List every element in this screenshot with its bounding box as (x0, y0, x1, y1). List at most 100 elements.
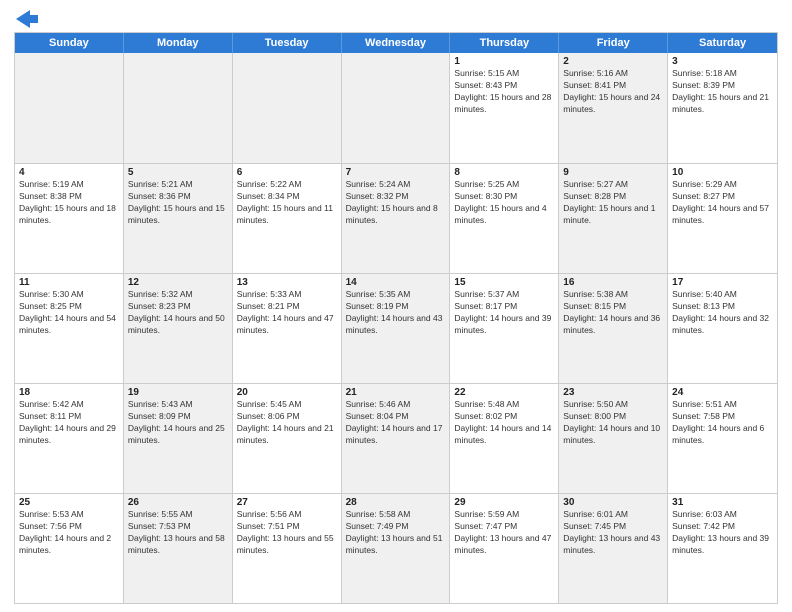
daylight-info: Daylight: 14 hours and 14 minutes. (454, 423, 554, 447)
day-number: 18 (19, 387, 119, 398)
header-day-sunday: Sunday (15, 33, 124, 53)
daylight-info: Sunset: 8:28 PM (563, 191, 663, 203)
daylight-info: Sunrise: 5:24 AM (346, 179, 446, 191)
daylight-info: Daylight: 14 hours and 32 minutes. (672, 313, 773, 337)
calendar-cell-empty-w0c2 (233, 53, 342, 163)
calendar-cell-24: 24Sunrise: 5:51 AMSunset: 7:58 PMDayligh… (668, 384, 777, 493)
daylight-info: Sunset: 8:19 PM (346, 301, 446, 313)
daylight-info: Sunrise: 5:43 AM (128, 399, 228, 411)
calendar-cell-16: 16Sunrise: 5:38 AMSunset: 8:15 PMDayligh… (559, 274, 668, 383)
day-number: 29 (454, 497, 554, 508)
daylight-info: Sunrise: 5:42 AM (19, 399, 119, 411)
calendar-cell-empty-w0c1 (124, 53, 233, 163)
daylight-info: Sunset: 8:25 PM (19, 301, 119, 313)
daylight-info: Sunrise: 5:30 AM (19, 289, 119, 301)
daylight-info: Sunset: 8:34 PM (237, 191, 337, 203)
day-number: 20 (237, 387, 337, 398)
day-number: 3 (672, 56, 773, 67)
calendar-cell-13: 13Sunrise: 5:33 AMSunset: 8:21 PMDayligh… (233, 274, 342, 383)
calendar-cell-17: 17Sunrise: 5:40 AMSunset: 8:13 PMDayligh… (668, 274, 777, 383)
daylight-info: Sunrise: 5:15 AM (454, 68, 554, 80)
header-day-tuesday: Tuesday (233, 33, 342, 53)
logo-arrow-icon (16, 10, 38, 28)
daylight-info: Sunset: 8:11 PM (19, 411, 119, 423)
daylight-info: Sunrise: 5:48 AM (454, 399, 554, 411)
daylight-info: Sunset: 7:47 PM (454, 521, 554, 533)
daylight-info: Daylight: 15 hours and 21 minutes. (672, 92, 773, 116)
daylight-info: Sunset: 8:21 PM (237, 301, 337, 313)
daylight-info: Sunrise: 5:21 AM (128, 179, 228, 191)
daylight-info: Daylight: 15 hours and 1 minute. (563, 203, 663, 227)
calendar-header: SundayMondayTuesdayWednesdayThursdayFrid… (15, 33, 777, 53)
daylight-info: Daylight: 14 hours and 36 minutes. (563, 313, 663, 337)
calendar-cell-18: 18Sunrise: 5:42 AMSunset: 8:11 PMDayligh… (15, 384, 124, 493)
daylight-info: Daylight: 15 hours and 15 minutes. (128, 203, 228, 227)
day-number: 13 (237, 277, 337, 288)
daylight-info: Sunset: 8:15 PM (563, 301, 663, 313)
daylight-info: Daylight: 14 hours and 10 minutes. (563, 423, 663, 447)
calendar-grid: SundayMondayTuesdayWednesdayThursdayFrid… (14, 32, 778, 604)
daylight-info: Sunrise: 5:51 AM (672, 399, 773, 411)
daylight-info: Daylight: 13 hours and 58 minutes. (128, 533, 228, 557)
calendar-cell-14: 14Sunrise: 5:35 AMSunset: 8:19 PMDayligh… (342, 274, 451, 383)
daylight-info: Sunset: 8:43 PM (454, 80, 554, 92)
calendar-cell-2: 2Sunrise: 5:16 AMSunset: 8:41 PMDaylight… (559, 53, 668, 163)
day-number: 10 (672, 167, 773, 178)
calendar-cell-20: 20Sunrise: 5:45 AMSunset: 8:06 PMDayligh… (233, 384, 342, 493)
header-day-saturday: Saturday (668, 33, 777, 53)
daylight-info: Daylight: 14 hours and 29 minutes. (19, 423, 119, 447)
daylight-info: Sunrise: 5:18 AM (672, 68, 773, 80)
calendar-cell-22: 22Sunrise: 5:48 AMSunset: 8:02 PMDayligh… (450, 384, 559, 493)
calendar-cell-26: 26Sunrise: 5:55 AMSunset: 7:53 PMDayligh… (124, 494, 233, 603)
daylight-info: Daylight: 15 hours and 24 minutes. (563, 92, 663, 116)
daylight-info: Sunrise: 5:59 AM (454, 509, 554, 521)
daylight-info: Daylight: 13 hours and 51 minutes. (346, 533, 446, 557)
calendar-cell-9: 9Sunrise: 5:27 AMSunset: 8:28 PMDaylight… (559, 164, 668, 273)
day-number: 5 (128, 167, 228, 178)
calendar-cell-31: 31Sunrise: 6:03 AMSunset: 7:42 PMDayligh… (668, 494, 777, 603)
calendar-cell-1: 1Sunrise: 5:15 AMSunset: 8:43 PMDaylight… (450, 53, 559, 163)
daylight-info: Sunrise: 5:50 AM (563, 399, 663, 411)
daylight-info: Sunset: 8:04 PM (346, 411, 446, 423)
day-number: 14 (346, 277, 446, 288)
daylight-info: Sunrise: 5:19 AM (19, 179, 119, 191)
daylight-info: Sunrise: 5:53 AM (19, 509, 119, 521)
calendar-cell-11: 11Sunrise: 5:30 AMSunset: 8:25 PMDayligh… (15, 274, 124, 383)
daylight-info: Sunrise: 5:46 AM (346, 399, 446, 411)
daylight-info: Sunset: 7:51 PM (237, 521, 337, 533)
calendar-cell-4: 4Sunrise: 5:19 AMSunset: 8:38 PMDaylight… (15, 164, 124, 273)
daylight-info: Daylight: 15 hours and 8 minutes. (346, 203, 446, 227)
day-number: 7 (346, 167, 446, 178)
day-number: 11 (19, 277, 119, 288)
calendar-cell-3: 3Sunrise: 5:18 AMSunset: 8:39 PMDaylight… (668, 53, 777, 163)
daylight-info: Sunrise: 5:25 AM (454, 179, 554, 191)
daylight-info: Sunrise: 6:01 AM (563, 509, 663, 521)
daylight-info: Daylight: 14 hours and 57 minutes. (672, 203, 773, 227)
daylight-info: Sunset: 8:36 PM (128, 191, 228, 203)
daylight-info: Sunrise: 5:55 AM (128, 509, 228, 521)
day-number: 2 (563, 56, 663, 67)
calendar-body: 1Sunrise: 5:15 AMSunset: 8:43 PMDaylight… (15, 53, 777, 603)
day-number: 28 (346, 497, 446, 508)
calendar-cell-21: 21Sunrise: 5:46 AMSunset: 8:04 PMDayligh… (342, 384, 451, 493)
daylight-info: Sunrise: 5:22 AM (237, 179, 337, 191)
daylight-info: Daylight: 14 hours and 39 minutes. (454, 313, 554, 337)
daylight-info: Daylight: 14 hours and 43 minutes. (346, 313, 446, 337)
day-number: 22 (454, 387, 554, 398)
day-number: 17 (672, 277, 773, 288)
day-number: 24 (672, 387, 773, 398)
daylight-info: Sunset: 8:27 PM (672, 191, 773, 203)
calendar-cell-5: 5Sunrise: 5:21 AMSunset: 8:36 PMDaylight… (124, 164, 233, 273)
calendar-cell-19: 19Sunrise: 5:43 AMSunset: 8:09 PMDayligh… (124, 384, 233, 493)
calendar-cell-27: 27Sunrise: 5:56 AMSunset: 7:51 PMDayligh… (233, 494, 342, 603)
calendar-cell-23: 23Sunrise: 5:50 AMSunset: 8:00 PMDayligh… (559, 384, 668, 493)
daylight-info: Daylight: 13 hours and 43 minutes. (563, 533, 663, 557)
daylight-info: Daylight: 14 hours and 6 minutes. (672, 423, 773, 447)
daylight-info: Daylight: 14 hours and 47 minutes. (237, 313, 337, 337)
daylight-info: Sunrise: 6:03 AM (672, 509, 773, 521)
daylight-info: Daylight: 15 hours and 18 minutes. (19, 203, 119, 227)
day-number: 23 (563, 387, 663, 398)
calendar-cell-12: 12Sunrise: 5:32 AMSunset: 8:23 PMDayligh… (124, 274, 233, 383)
day-number: 4 (19, 167, 119, 178)
day-number: 26 (128, 497, 228, 508)
